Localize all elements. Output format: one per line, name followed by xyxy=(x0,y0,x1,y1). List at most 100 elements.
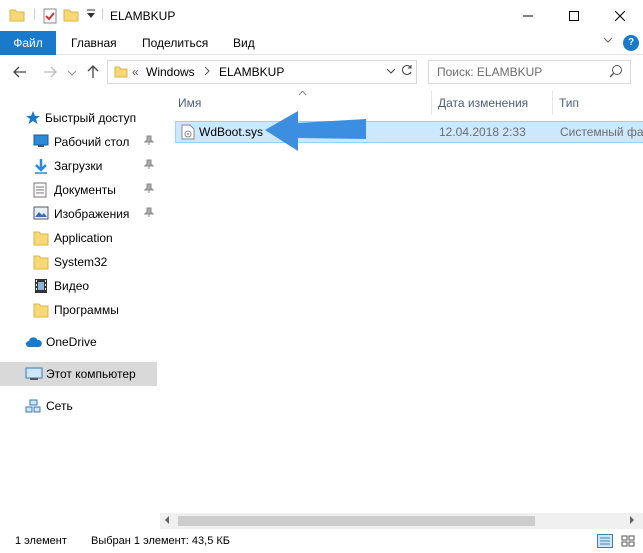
star-icon xyxy=(25,110,41,129)
large-icons-view-icon[interactable] xyxy=(620,534,636,548)
file-type: Системный файл xyxy=(560,125,643,139)
sidebar-item-label: Рабочий стол xyxy=(54,135,130,149)
column-header-date[interactable]: Дата изменения xyxy=(438,96,528,120)
scroll-right-icon[interactable] xyxy=(629,515,635,527)
file-date: 12.04.2018 2:33 xyxy=(439,125,526,139)
video-icon xyxy=(33,278,49,297)
sidebar-item-documents[interactable]: Документы xyxy=(0,178,157,202)
folder-icon xyxy=(33,302,49,321)
address-bar[interactable]: « Windows ELAMBKUP xyxy=(107,60,417,84)
refresh-icon[interactable] xyxy=(401,63,413,80)
horizontal-scrollbar[interactable] xyxy=(160,513,643,529)
file-list: Имя Дата изменения Тип WdBoot.sys 12.04.… xyxy=(163,91,643,513)
column-header-type[interactable]: Тип xyxy=(559,96,579,120)
back-button[interactable] xyxy=(13,65,27,81)
scrollbar-thumb[interactable] xyxy=(178,516,535,526)
sidebar-item-label: Программы xyxy=(54,303,119,317)
sidebar-item-label: Этот компьютер xyxy=(46,367,136,381)
table-row[interactable]: WdBoot.sys 12.04.2018 2:33 Системный фай… xyxy=(175,121,643,143)
annotation-arrow-icon xyxy=(265,111,366,151)
breadcrumb-windows[interactable]: Windows xyxy=(146,65,195,79)
recent-locations-button[interactable] xyxy=(67,68,77,78)
tab-file[interactable]: Файл xyxy=(0,31,56,55)
tab-share[interactable]: Поделиться xyxy=(132,31,218,55)
column-divider[interactable] xyxy=(552,91,553,115)
tab-home[interactable]: Главная xyxy=(61,31,127,55)
pin-icon[interactable] xyxy=(143,135,155,148)
selection-info: Выбран 1 элемент: 43,5 КБ xyxy=(91,535,230,547)
sidebar-item-label: Application xyxy=(54,231,113,245)
expand-ribbon-icon[interactable] xyxy=(603,36,613,47)
up-arrow-icon xyxy=(87,65,99,78)
separator: | xyxy=(101,6,105,20)
folder-icon xyxy=(33,254,49,273)
sidebar-item-label: Сеть xyxy=(46,399,73,413)
maximize-icon xyxy=(569,10,579,21)
sidebar-item-onedrive[interactable]: OneDrive xyxy=(0,330,157,354)
sort-ascending-icon xyxy=(298,91,307,98)
breadcrumb-elambkup[interactable]: ELAMBKUP xyxy=(219,65,284,79)
sidebar-item-downloads[interactable]: Загрузки xyxy=(0,154,157,178)
network-icon xyxy=(25,399,41,417)
new-folder-icon[interactable] xyxy=(63,8,79,25)
minimize-icon xyxy=(523,15,533,16)
sidebar-item-this-pc[interactable]: Этот компьютер xyxy=(0,362,157,386)
sidebar-item-pictures[interactable]: Изображения xyxy=(0,202,157,226)
properties-icon[interactable] xyxy=(42,8,58,27)
sidebar-item-programs[interactable]: Программы xyxy=(0,298,157,322)
column-header-name[interactable]: Имя xyxy=(178,96,201,120)
document-icon xyxy=(33,182,47,201)
column-divider[interactable] xyxy=(431,91,432,115)
sidebar-item-label: Быстрый доступ xyxy=(45,111,137,125)
file-name: WdBoot.sys xyxy=(199,125,264,139)
sidebar-item-label: OneDrive xyxy=(46,335,97,349)
ribbon: Файл Главная Поделиться Вид ? xyxy=(0,31,643,55)
customize-toolbar-icon[interactable] xyxy=(86,8,96,23)
breadcrumb-overflow[interactable]: « xyxy=(132,65,139,79)
sidebar-item-network[interactable]: Сеть xyxy=(0,394,157,418)
minimize-button[interactable] xyxy=(505,0,551,31)
title-bar: | | ELAMBKUP xyxy=(0,0,643,31)
sidebar-item-label: Изображения xyxy=(54,207,130,221)
pin-icon[interactable] xyxy=(143,207,155,220)
details-view-icon[interactable] xyxy=(597,534,613,548)
back-arrow-icon xyxy=(13,66,26,78)
system-file-icon xyxy=(181,124,195,143)
search-box[interactable] xyxy=(428,60,631,84)
search-input[interactable] xyxy=(437,64,607,80)
computer-icon xyxy=(25,367,43,384)
breadcrumb-separator-icon[interactable] xyxy=(204,65,210,79)
sidebar-item-quick-access[interactable]: Быстрый доступ xyxy=(0,106,157,130)
close-button[interactable] xyxy=(597,0,643,31)
pin-icon[interactable] xyxy=(143,183,155,196)
sidebar-item-application[interactable]: Application xyxy=(0,226,157,250)
navigation-bar: « Windows ELAMBKUP xyxy=(0,55,643,91)
maximize-button[interactable] xyxy=(551,0,597,31)
search-icon[interactable] xyxy=(609,64,623,81)
pictures-icon xyxy=(33,206,49,223)
tab-view[interactable]: Вид xyxy=(223,31,265,55)
folder-icon xyxy=(33,230,49,249)
sidebar-item-label: Видео xyxy=(54,279,90,293)
close-icon xyxy=(615,10,625,21)
desktop-icon xyxy=(33,134,49,151)
sidebar-item-system32[interactable]: System32 xyxy=(0,250,157,274)
sidebar-item-label: System32 xyxy=(54,255,108,269)
window-title: ELAMBKUP xyxy=(110,9,176,23)
address-history-icon[interactable] xyxy=(386,66,396,76)
item-count: 1 элемент xyxy=(15,535,67,547)
forward-arrow-icon xyxy=(44,66,57,78)
scroll-left-icon[interactable] xyxy=(164,515,170,527)
sidebar-item-desktop[interactable]: Рабочий стол xyxy=(0,130,157,154)
forward-button[interactable] xyxy=(43,65,57,81)
up-button[interactable] xyxy=(87,65,99,82)
help-icon[interactable]: ? xyxy=(623,35,639,51)
status-bar: 1 элемент Выбран 1 элемент: 43,5 КБ xyxy=(0,529,643,553)
cloud-icon xyxy=(25,336,43,351)
download-icon xyxy=(33,158,49,177)
folder-icon xyxy=(9,8,25,25)
separator: | xyxy=(33,6,37,20)
pin-icon[interactable] xyxy=(143,159,155,172)
sidebar-item-video[interactable]: Видео xyxy=(0,274,157,298)
sidebar-item-label: Загрузки xyxy=(54,159,103,173)
